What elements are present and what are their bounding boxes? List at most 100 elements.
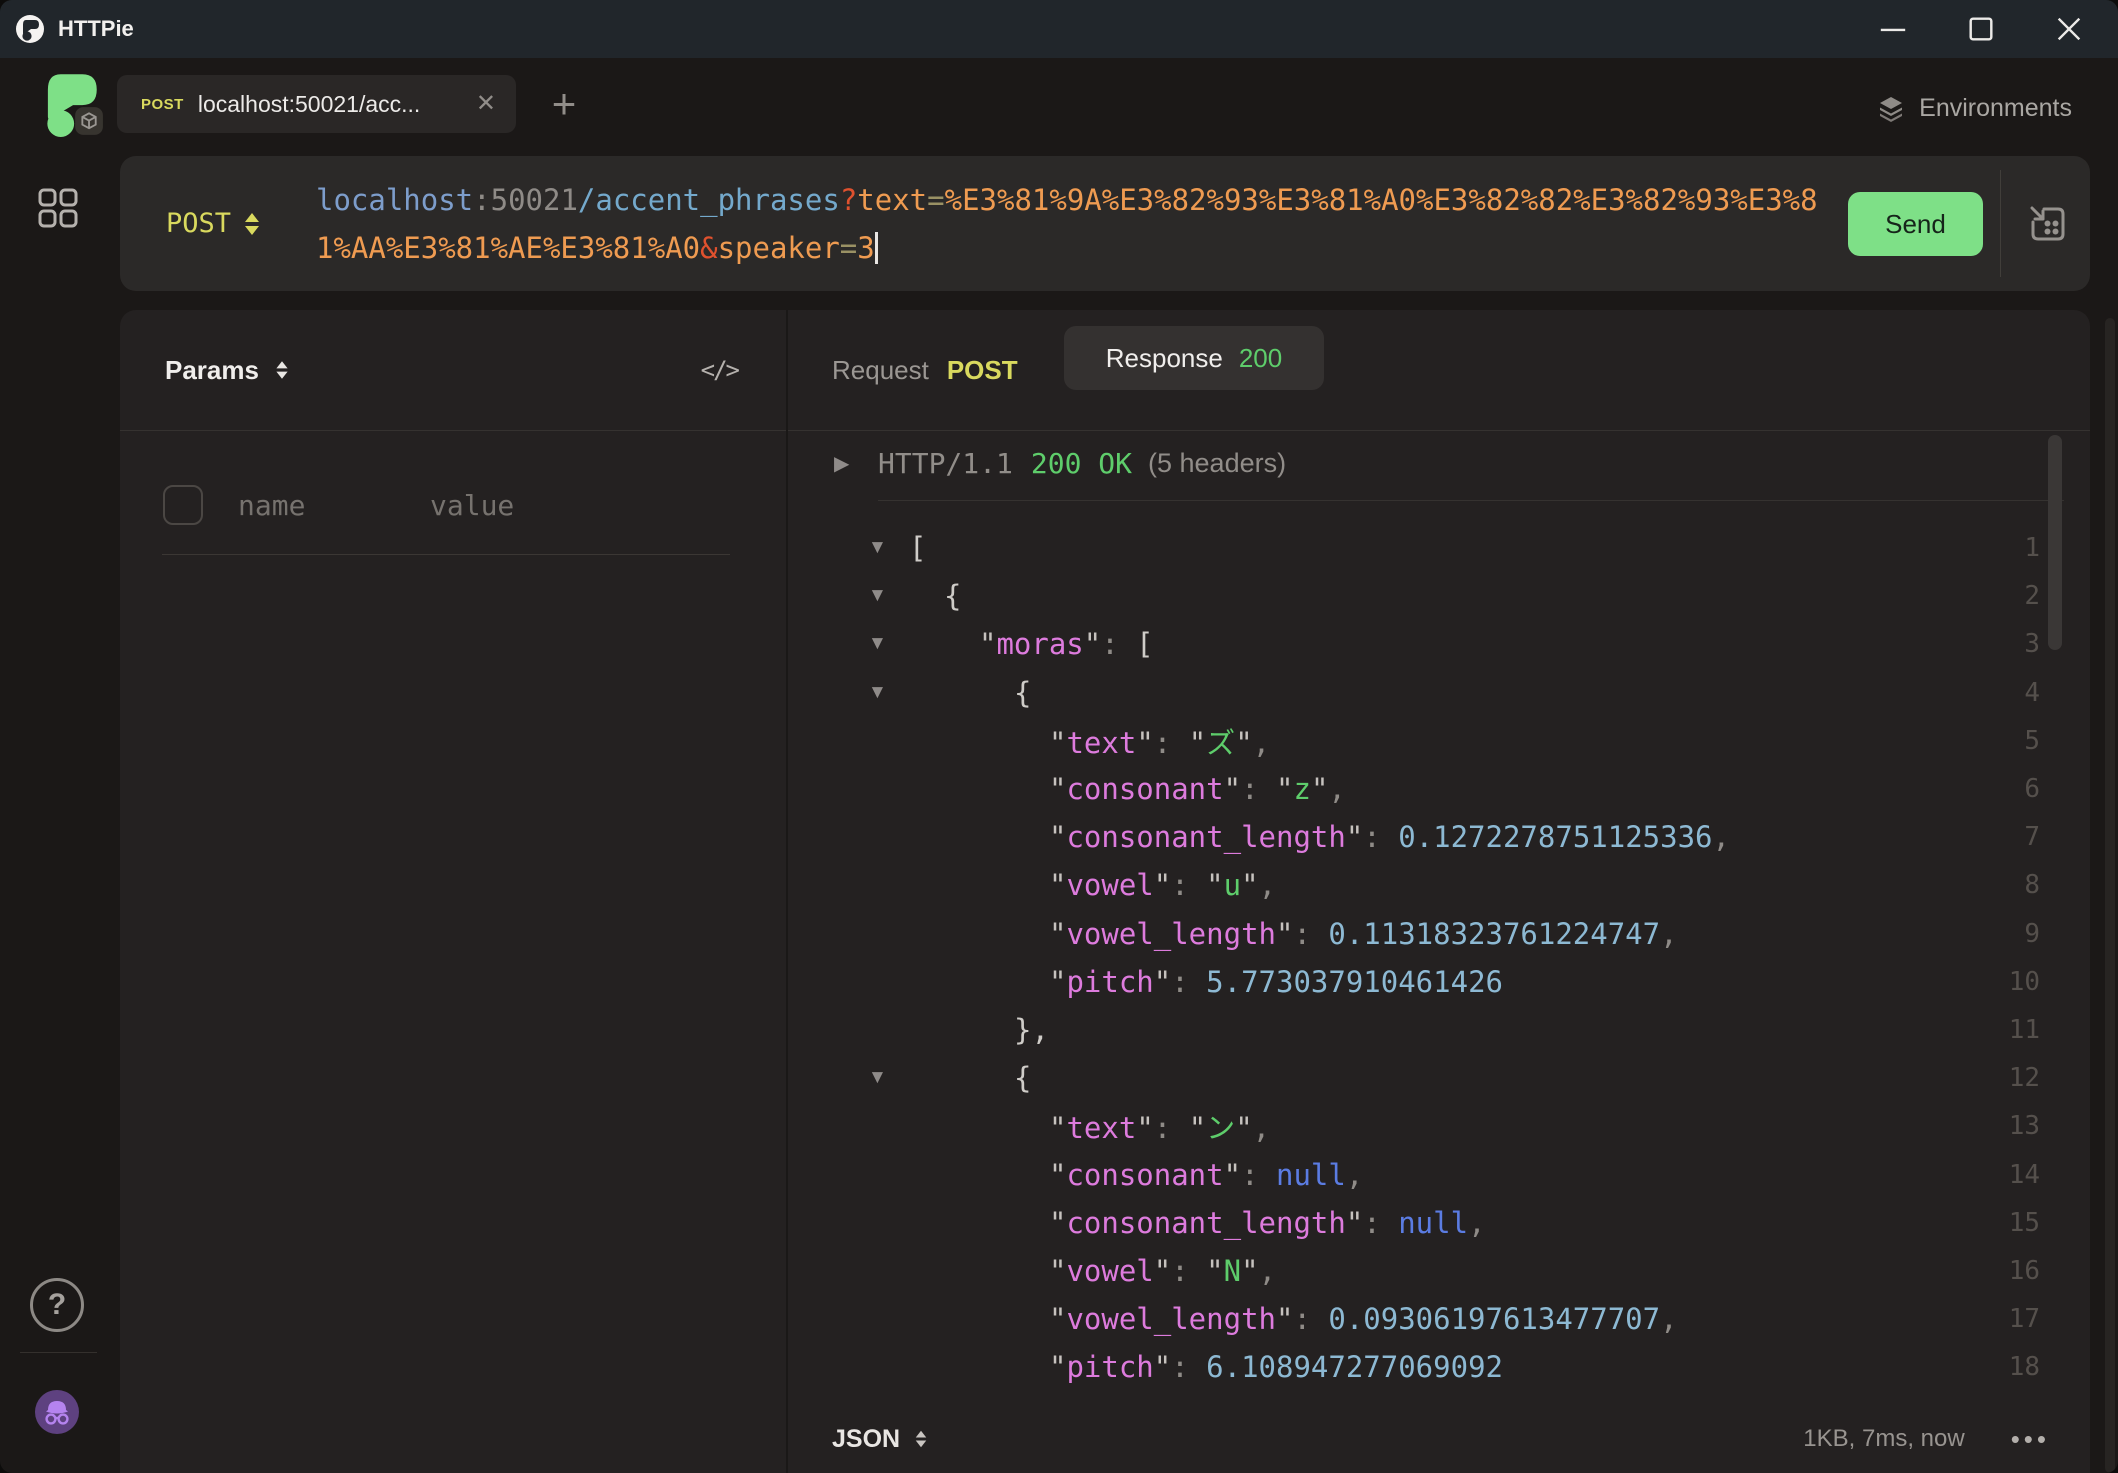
headers-collapse-icon[interactable]: ▶ xyxy=(834,451,849,476)
more-options-icon[interactable]: ••• xyxy=(2011,1424,2050,1455)
new-tab-button[interactable]: + xyxy=(544,84,584,124)
url-input[interactable]: localhost:50021/accent_phrases?text=%E3%… xyxy=(316,176,1840,272)
http-status: 200 OK xyxy=(1031,447,1132,480)
response-scrollbar[interactable] xyxy=(2048,435,2062,650)
line-number: 10 xyxy=(2009,967,2040,997)
line-number: 17 xyxy=(2009,1304,2040,1334)
json-line: },11 xyxy=(788,1006,2090,1054)
close-button[interactable] xyxy=(2054,14,2084,44)
headers-count: (5 headers) xyxy=(1148,448,1286,479)
method-selector[interactable]: POST xyxy=(166,156,259,291)
json-code: "pitch": 5.773037910461426 xyxy=(1049,965,1503,999)
json-code: "consonant_length": 0.1272278751125336, xyxy=(1049,820,1730,854)
json-line: "vowel_length": 0.11318323761224747, 9 xyxy=(788,910,2090,958)
method-dropdown-icon xyxy=(245,213,259,235)
collapse-toggle-icon[interactable]: ▼ xyxy=(868,682,887,704)
json-line: "vowel_length": 0.09306197613477707, 17 xyxy=(788,1295,2090,1343)
json-code: "consonant_length": null, xyxy=(1049,1206,1486,1240)
user-avatar[interactable] xyxy=(35,1390,79,1434)
minimize-button[interactable] xyxy=(1878,14,1908,44)
param-checkbox[interactable] xyxy=(163,485,203,525)
content-card: Params </> name value Request POST xyxy=(120,310,2090,1473)
json-line: ▼{2 xyxy=(788,572,2090,620)
json-line: "text": "ン", 13 xyxy=(788,1102,2090,1150)
tab-response[interactable]: Response 200 xyxy=(1064,326,1324,390)
layers-icon xyxy=(1877,94,1905,122)
json-line: "vowel": "N",16 xyxy=(788,1247,2090,1295)
url-token: = xyxy=(927,183,944,217)
status-divider xyxy=(878,500,2064,501)
url-token: 3 xyxy=(857,231,874,265)
json-code: "consonant": null, xyxy=(1049,1158,1363,1192)
json-code: "consonant": "z", xyxy=(1049,772,1346,806)
line-number: 8 xyxy=(2024,870,2040,900)
code-view-icon[interactable]: </> xyxy=(701,356,738,384)
collapse-toggle-icon[interactable]: ▼ xyxy=(868,633,887,655)
response-header-divider xyxy=(788,430,2090,431)
line-number: 9 xyxy=(2024,919,2040,949)
http-protocol: HTTP/1.1 xyxy=(878,447,1013,480)
http-status-line[interactable]: ▶ HTTP/1.1 200 OK (5 headers) xyxy=(788,440,2090,486)
json-code: { xyxy=(1014,1061,1031,1095)
window-title: HTTPie xyxy=(58,16,134,42)
json-code: "text": "ン", xyxy=(1049,1105,1270,1147)
window-scrollbar-track[interactable] xyxy=(2105,318,2115,1473)
tab-label: localhost:50021/acc... xyxy=(198,91,468,118)
json-line: "consonant": "z", 6 xyxy=(788,765,2090,813)
sidebar-divider xyxy=(20,1352,97,1353)
json-code: "pitch": 6.108947277069092 xyxy=(1049,1350,1503,1384)
json-line: "consonant_length": null, 15 xyxy=(788,1199,2090,1247)
line-number: 12 xyxy=(2009,1063,2040,1093)
line-number: 3 xyxy=(2024,629,2040,659)
url-token: /accent_phrases xyxy=(578,183,840,217)
json-line: "vowel": "u", 8 xyxy=(788,861,2090,909)
tab-request[interactable]: Request POST xyxy=(832,341,1018,399)
request-tab[interactable]: POST localhost:50021/acc... ✕ xyxy=(117,75,516,133)
maximize-button[interactable] xyxy=(1966,14,1996,44)
params-dropdown-icon xyxy=(276,361,287,379)
method-label: POST xyxy=(166,208,231,239)
help-icon[interactable]: ? xyxy=(30,1278,84,1332)
format-selector[interactable]: JSON xyxy=(832,1425,928,1454)
line-number: 15 xyxy=(2009,1208,2040,1238)
send-button[interactable]: Send xyxy=(1848,192,1983,256)
line-number: 2 xyxy=(2024,581,2040,611)
url-token: speaker xyxy=(718,231,840,265)
line-number: 6 xyxy=(2024,774,2040,804)
json-code: "vowel_length": 0.11318323761224747, xyxy=(1049,917,1678,951)
collapse-toggle-icon[interactable]: ▼ xyxy=(868,537,887,559)
format-label: JSON xyxy=(832,1425,900,1454)
environments-label: Environments xyxy=(1919,94,2072,123)
line-number: 4 xyxy=(2024,678,2040,708)
request-bar: POST localhost:50021/accent_phrases?text… xyxy=(120,156,2090,291)
line-number: 13 xyxy=(2009,1111,2040,1141)
json-code: "vowel": "u", xyxy=(1049,868,1276,902)
json-line: "consonant_length": 0.1272278751125336,7 xyxy=(788,813,2090,861)
params-section-selector[interactable]: Params xyxy=(165,355,289,386)
app-window: HTTPie POST localhost:50021/acc... ✕ + xyxy=(0,0,2118,1473)
url-token: 50021 xyxy=(491,183,578,217)
json-code: "vowel_length": 0.09306197613477707, xyxy=(1049,1302,1678,1336)
url-token: localhost xyxy=(316,183,473,217)
httpie-brand-icon[interactable] xyxy=(34,66,106,138)
line-number: 1 xyxy=(2024,533,2040,563)
dashboard-grid-icon[interactable] xyxy=(36,186,80,230)
collapse-toggle-icon[interactable]: ▼ xyxy=(868,585,887,607)
url-token: & xyxy=(700,231,717,265)
tab-request-label: Request xyxy=(832,355,929,386)
response-body: ▼[1▼{2▼"moras": [3▼{4"text": "ズ",5"conso… xyxy=(788,524,2090,1391)
param-value-input[interactable]: value xyxy=(430,489,514,522)
httpie-logo-icon xyxy=(14,13,46,45)
url-token: ? xyxy=(840,183,857,217)
params-title: Params xyxy=(165,355,259,386)
line-number: 16 xyxy=(2009,1256,2040,1286)
tab-close-icon[interactable]: ✕ xyxy=(476,92,496,116)
collapse-panel-icon[interactable] xyxy=(2024,200,2072,248)
param-name-input[interactable]: name xyxy=(238,489,393,522)
param-row: name value xyxy=(163,485,514,525)
params-header-divider xyxy=(120,430,786,431)
url-token: : xyxy=(473,183,490,217)
environments-button[interactable]: Environments xyxy=(1877,88,2072,128)
response-footer: JSON 1KB, 7ms, now ••• xyxy=(788,1405,2090,1473)
collapse-toggle-icon[interactable]: ▼ xyxy=(868,1067,887,1089)
